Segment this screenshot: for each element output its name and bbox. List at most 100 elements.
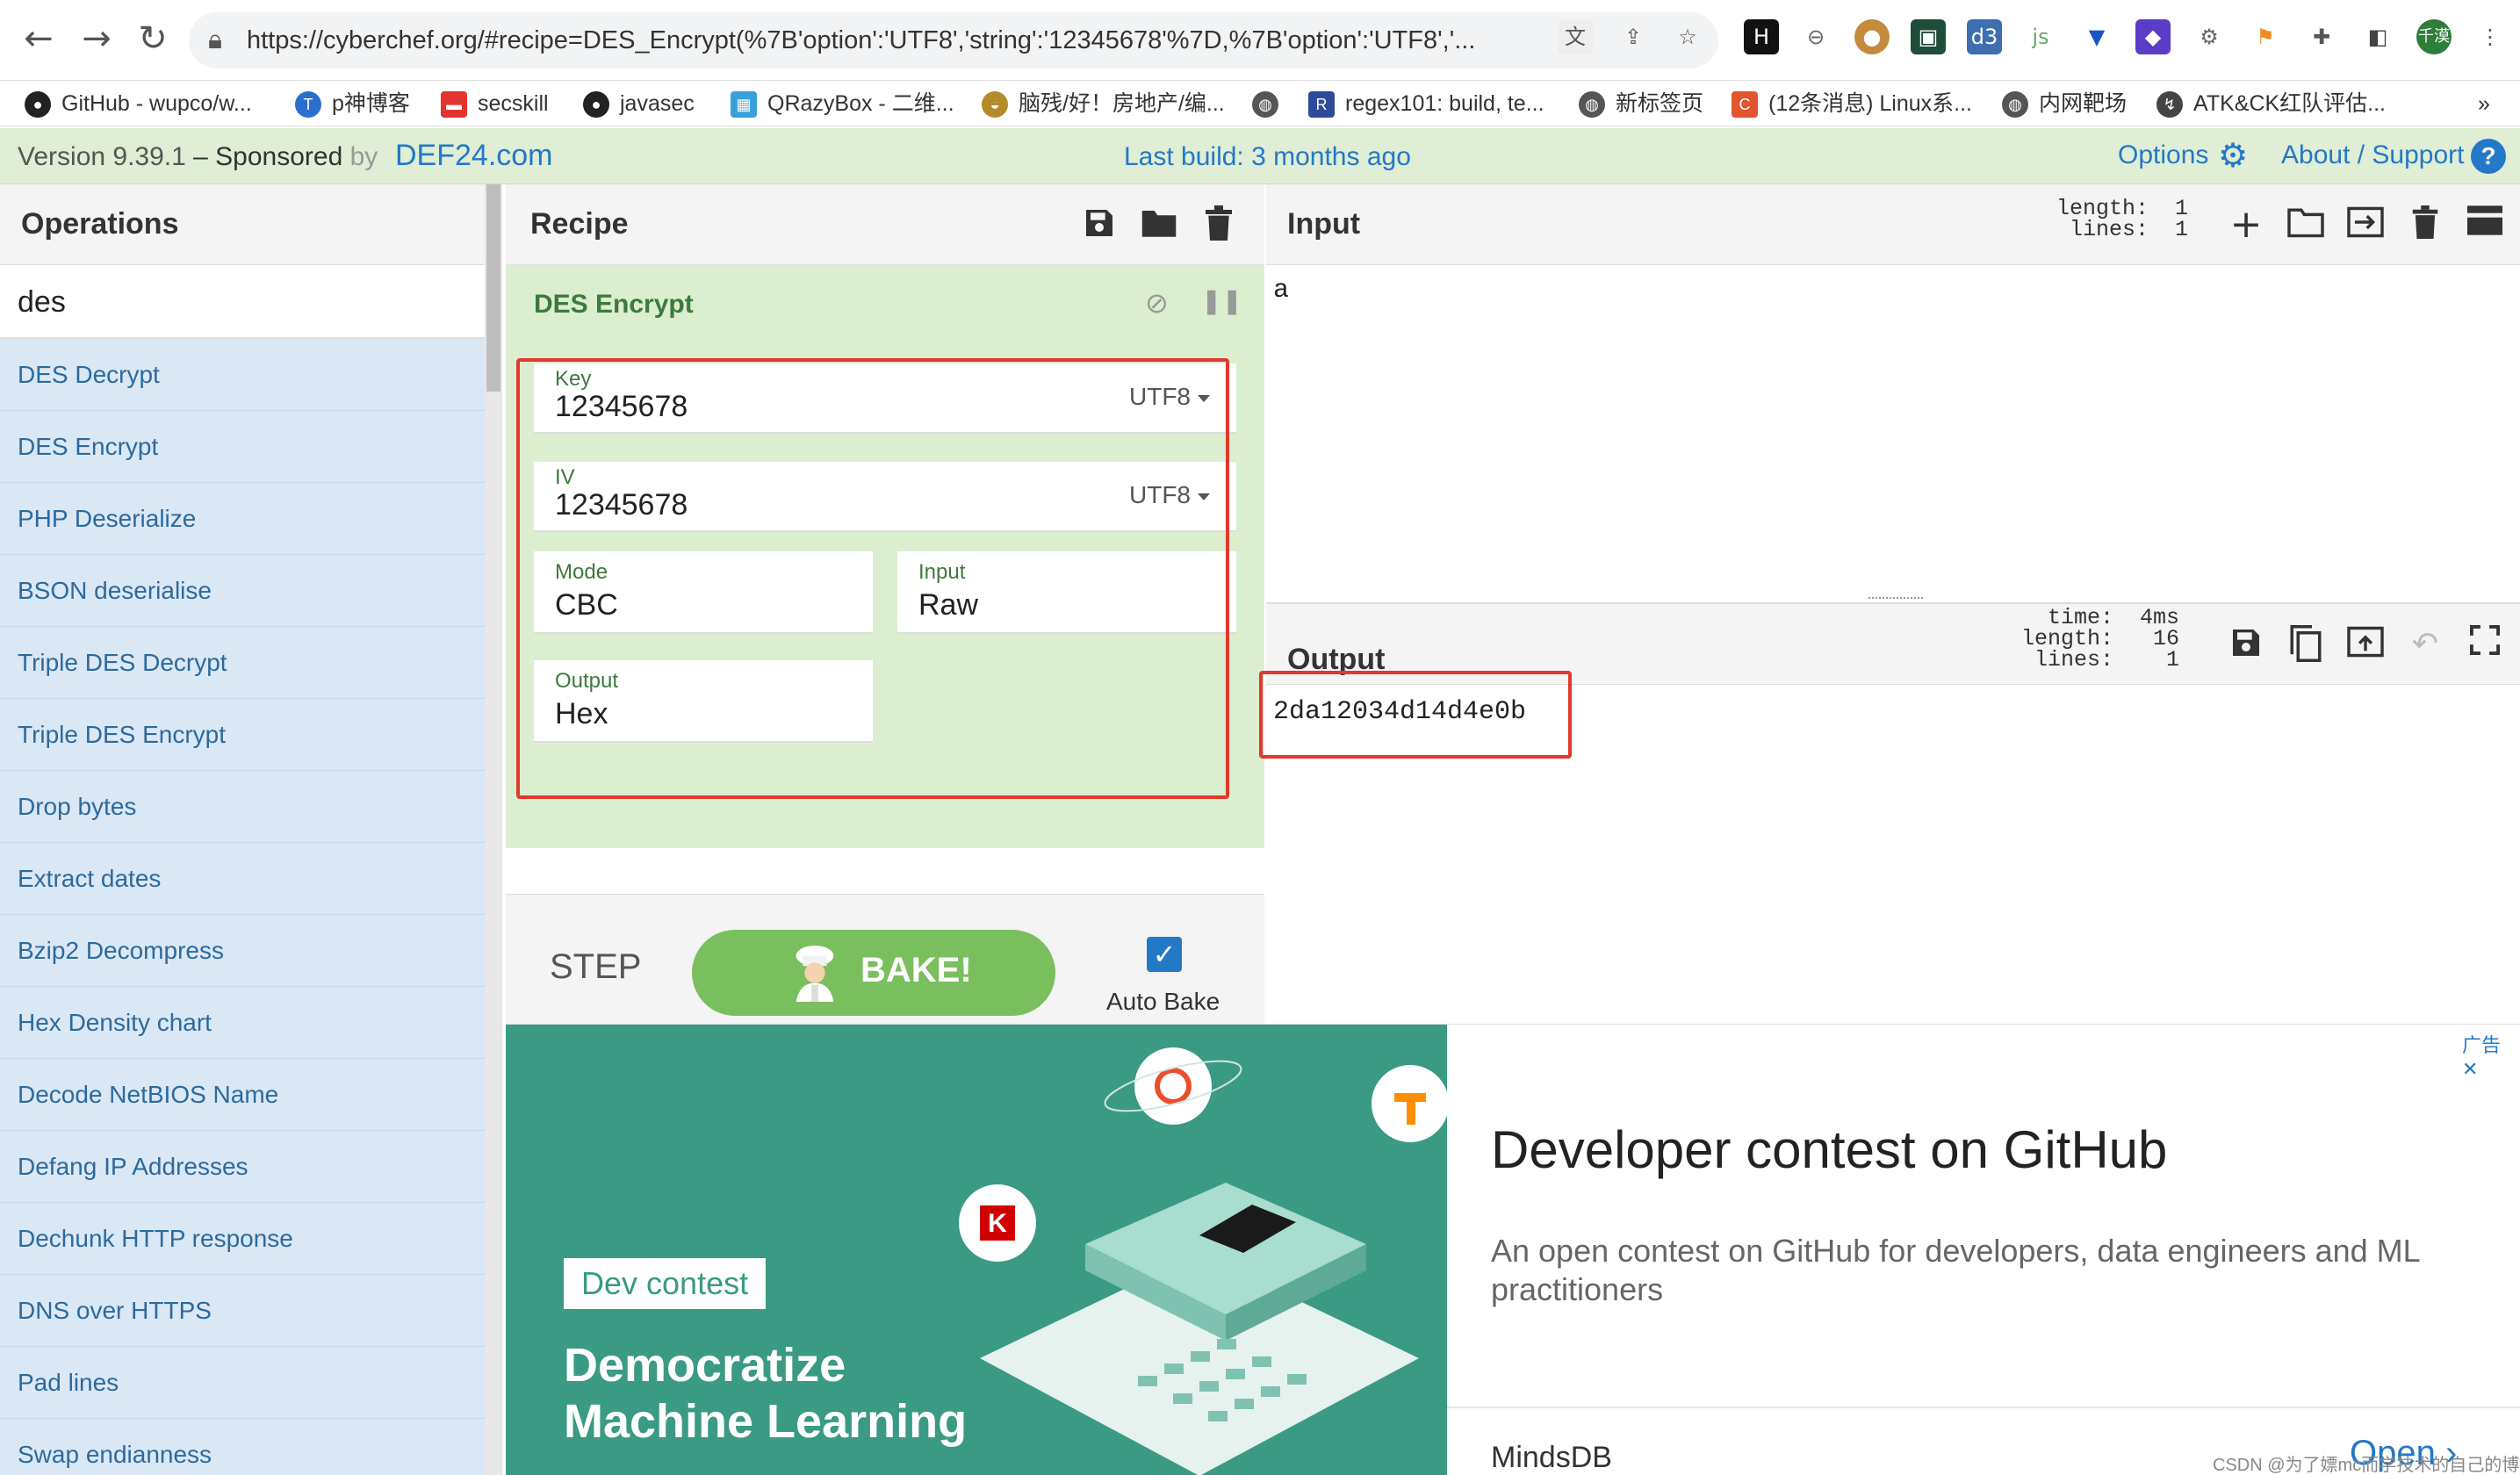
operation-item[interactable]: DES Encrypt (0, 411, 485, 483)
input-stats: length: 1 lines: 1 (2056, 196, 2189, 242)
puzzle-icon[interactable]: ✚ (2304, 19, 2339, 54)
operation-item[interactable]: Bzip2 Decompress (0, 915, 485, 987)
save-icon-svg (1086, 210, 1112, 236)
open-file-icon[interactable] (2346, 205, 2385, 244)
operation-item[interactable]: Defang IP Addresses (0, 1131, 485, 1203)
search-input[interactable] (18, 279, 457, 325)
open-file-svg (2347, 206, 2384, 238)
flag-icon[interactable]: ⚑ (2248, 19, 2283, 54)
watermark: CSDN @为了嫖mc而学技术的自己的博客 (2213, 1456, 2520, 1475)
bookmark-item[interactable]: ● GitHub - wupco/w... (25, 88, 252, 119)
avatar[interactable]: 千漠 (2416, 19, 2452, 54)
operations-title: Operations (21, 207, 179, 241)
ad-separator (1447, 1407, 2520, 1408)
extension-js-icon[interactable]: js (2023, 19, 2058, 54)
operation-item[interactable]: Extract dates (0, 843, 485, 915)
cookie-icon[interactable]: ● (1854, 19, 1890, 54)
bookmark-item[interactable]: ◍ (1252, 88, 1289, 119)
pause-icon[interactable]: ❚❚ (1201, 286, 1242, 315)
share-icon[interactable]: ⇪ (1616, 19, 1651, 54)
globe-icon: ◍ (1252, 91, 1278, 119)
globe-icon: ◍ (1579, 91, 1605, 119)
operation-item[interactable]: Triple DES Decrypt (0, 627, 485, 699)
gear-extension-icon[interactable]: ⚙ (2192, 19, 2227, 54)
sidepanel-icon[interactable]: ◧ (2360, 19, 2395, 54)
bookmark-item[interactable]: ● javasec (583, 88, 695, 119)
open-folder-icon[interactable] (2286, 205, 2325, 244)
save-output-icon[interactable] (2227, 625, 2265, 664)
add-tab-icon[interactable]: + (2227, 205, 2265, 244)
replace-input-icon[interactable] (2346, 625, 2385, 664)
bookmark-item[interactable]: Tp神博客 (295, 88, 410, 119)
save-output-svg (2233, 630, 2259, 656)
extension-d3-icon[interactable]: d3 (1967, 19, 2002, 54)
reload-icon[interactable]: ↻ (132, 18, 174, 60)
operation-item[interactable]: Triple DES Encrypt (0, 699, 485, 771)
operation-item[interactable]: Swap endianness (0, 1419, 485, 1475)
bookmark-item[interactable]: ◍ 内网靶场 (2002, 88, 2127, 119)
operation-item[interactable]: Drop bytes (0, 771, 485, 843)
clear-input-icon[interactable] (2406, 205, 2444, 244)
forward-icon[interactable]: → (76, 18, 118, 60)
ad-image[interactable]: K Dev contest Democratize Machine Learnin… (506, 1025, 1447, 1475)
last-build-link[interactable]: Last build: 3 months ago (1124, 142, 1411, 172)
bookmark-item[interactable]: ◒ 脑残/好！房地产/编... (982, 88, 1225, 119)
operation-item[interactable]: DES Decrypt (0, 339, 485, 411)
operation-item[interactable]: Decode NetBIOS Name (0, 1059, 485, 1131)
about-support-link[interactable]: About / Support (2281, 140, 2464, 170)
save-icon[interactable] (1080, 205, 1119, 244)
bookmarks-more-icon[interactable]: » (2478, 88, 2490, 119)
operation-item[interactable]: Hex Density chart (0, 987, 485, 1059)
extension-v-icon[interactable]: ▼ (2079, 19, 2114, 54)
operation-item[interactable]: Dechunk HTTP response (0, 1203, 485, 1275)
operations-scrollbar[interactable] (485, 184, 502, 1475)
undo-icon[interactable]: ↶ (2406, 625, 2444, 664)
bookmark-item[interactable]: ◍ 新标签页 (1579, 88, 1703, 119)
operation-item[interactable]: PHP Deserialize (0, 483, 485, 555)
extension-circle-icon[interactable]: ⊖ (1798, 19, 1833, 54)
maximise-svg (2469, 624, 2501, 656)
scrollbar-thumb[interactable] (486, 184, 500, 392)
translate-icon[interactable]: 文 (1558, 19, 1593, 54)
maximise-icon[interactable] (2466, 624, 2504, 664)
bookmark-item[interactable]: ▦ QRazyBox - 二维... (731, 88, 954, 119)
folder-icon[interactable] (1140, 205, 1178, 244)
operation-item[interactable]: DNS over HTTPS (0, 1275, 485, 1347)
bookmark-item[interactable]: Rregex101: build, te... (1308, 88, 1544, 119)
extension-h-icon[interactable]: H (1744, 19, 1779, 54)
operation-item[interactable]: Pad lines (0, 1347, 485, 1419)
ad-banner[interactable]: K Dev contest Democratize Machine Learnin… (506, 1024, 2520, 1475)
chef-icon (796, 945, 834, 1002)
trash-icon[interactable] (1199, 205, 1238, 244)
disable-icon[interactable]: ⊘ (1145, 286, 1169, 320)
options-button[interactable]: Options (2118, 140, 2208, 170)
menu-icon[interactable]: ⋮ (2473, 19, 2508, 54)
layout-icon[interactable] (2466, 205, 2504, 244)
bake-button[interactable]: BAKE! (692, 930, 1055, 1016)
input-text[interactable]: a (1273, 276, 1289, 306)
address-bar[interactable]: 🔒︎ https://cyberchef.org/#recipe=DES_Enc… (189, 12, 1718, 68)
extension-purple-icon[interactable]: ◆ (2135, 19, 2171, 54)
secskill-icon: ▬ (441, 91, 467, 119)
gear-icon[interactable]: ⚙ (2218, 137, 2255, 174)
operation-item[interactable]: BSON deserialise (0, 555, 485, 627)
help-icon[interactable]: ? (2471, 139, 2506, 174)
step-button[interactable]: STEP (550, 947, 641, 987)
sponsor-link[interactable]: DEF24.com (395, 139, 553, 173)
extension-dark-icon[interactable]: ▣ (1911, 19, 1946, 54)
auto-bake-checkbox[interactable]: ✓ (1147, 937, 1182, 972)
ad-title[interactable]: Developer contest on GitHub (1491, 1119, 2167, 1180)
bookmark-item[interactable]: ▬ secskill (441, 88, 549, 119)
version-text: Version 9.39.1 – Sponsored by (18, 142, 378, 171)
ad-close-icon[interactable]: 广告 ✕ (2462, 1030, 2520, 1081)
back-icon[interactable]: ← (18, 18, 60, 60)
atk-icon: ↯ (2156, 91, 2183, 119)
input-title: Input (1287, 207, 1361, 241)
github-icon: ● (583, 91, 609, 119)
copy-icon[interactable] (2286, 625, 2325, 664)
recipe-title: Recipe (530, 207, 629, 241)
bookmark-item[interactable]: ↯ ATK&CK红队评估... (2156, 88, 2386, 119)
bookmark-star-icon[interactable]: ☆ (1670, 19, 1705, 54)
bookmark-item[interactable]: C (12条消息) Linux系... (1732, 88, 1972, 119)
mushroom-icon: ◒ (982, 91, 1008, 119)
